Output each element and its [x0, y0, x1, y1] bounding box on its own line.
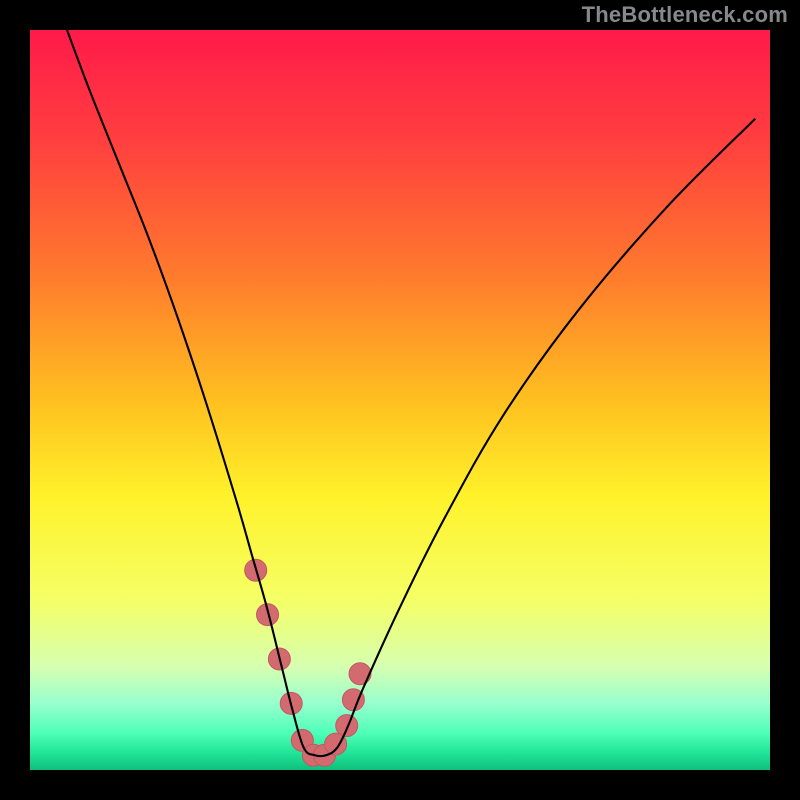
- gradient-background: [30, 30, 770, 770]
- watermark-text: TheBottleneck.com: [582, 2, 788, 28]
- chart-stage: TheBottleneck.com: [0, 0, 800, 800]
- plot-area: [30, 30, 770, 770]
- highlight-marker: [349, 663, 371, 685]
- bottleneck-chart: [30, 30, 770, 770]
- highlight-marker: [336, 715, 358, 737]
